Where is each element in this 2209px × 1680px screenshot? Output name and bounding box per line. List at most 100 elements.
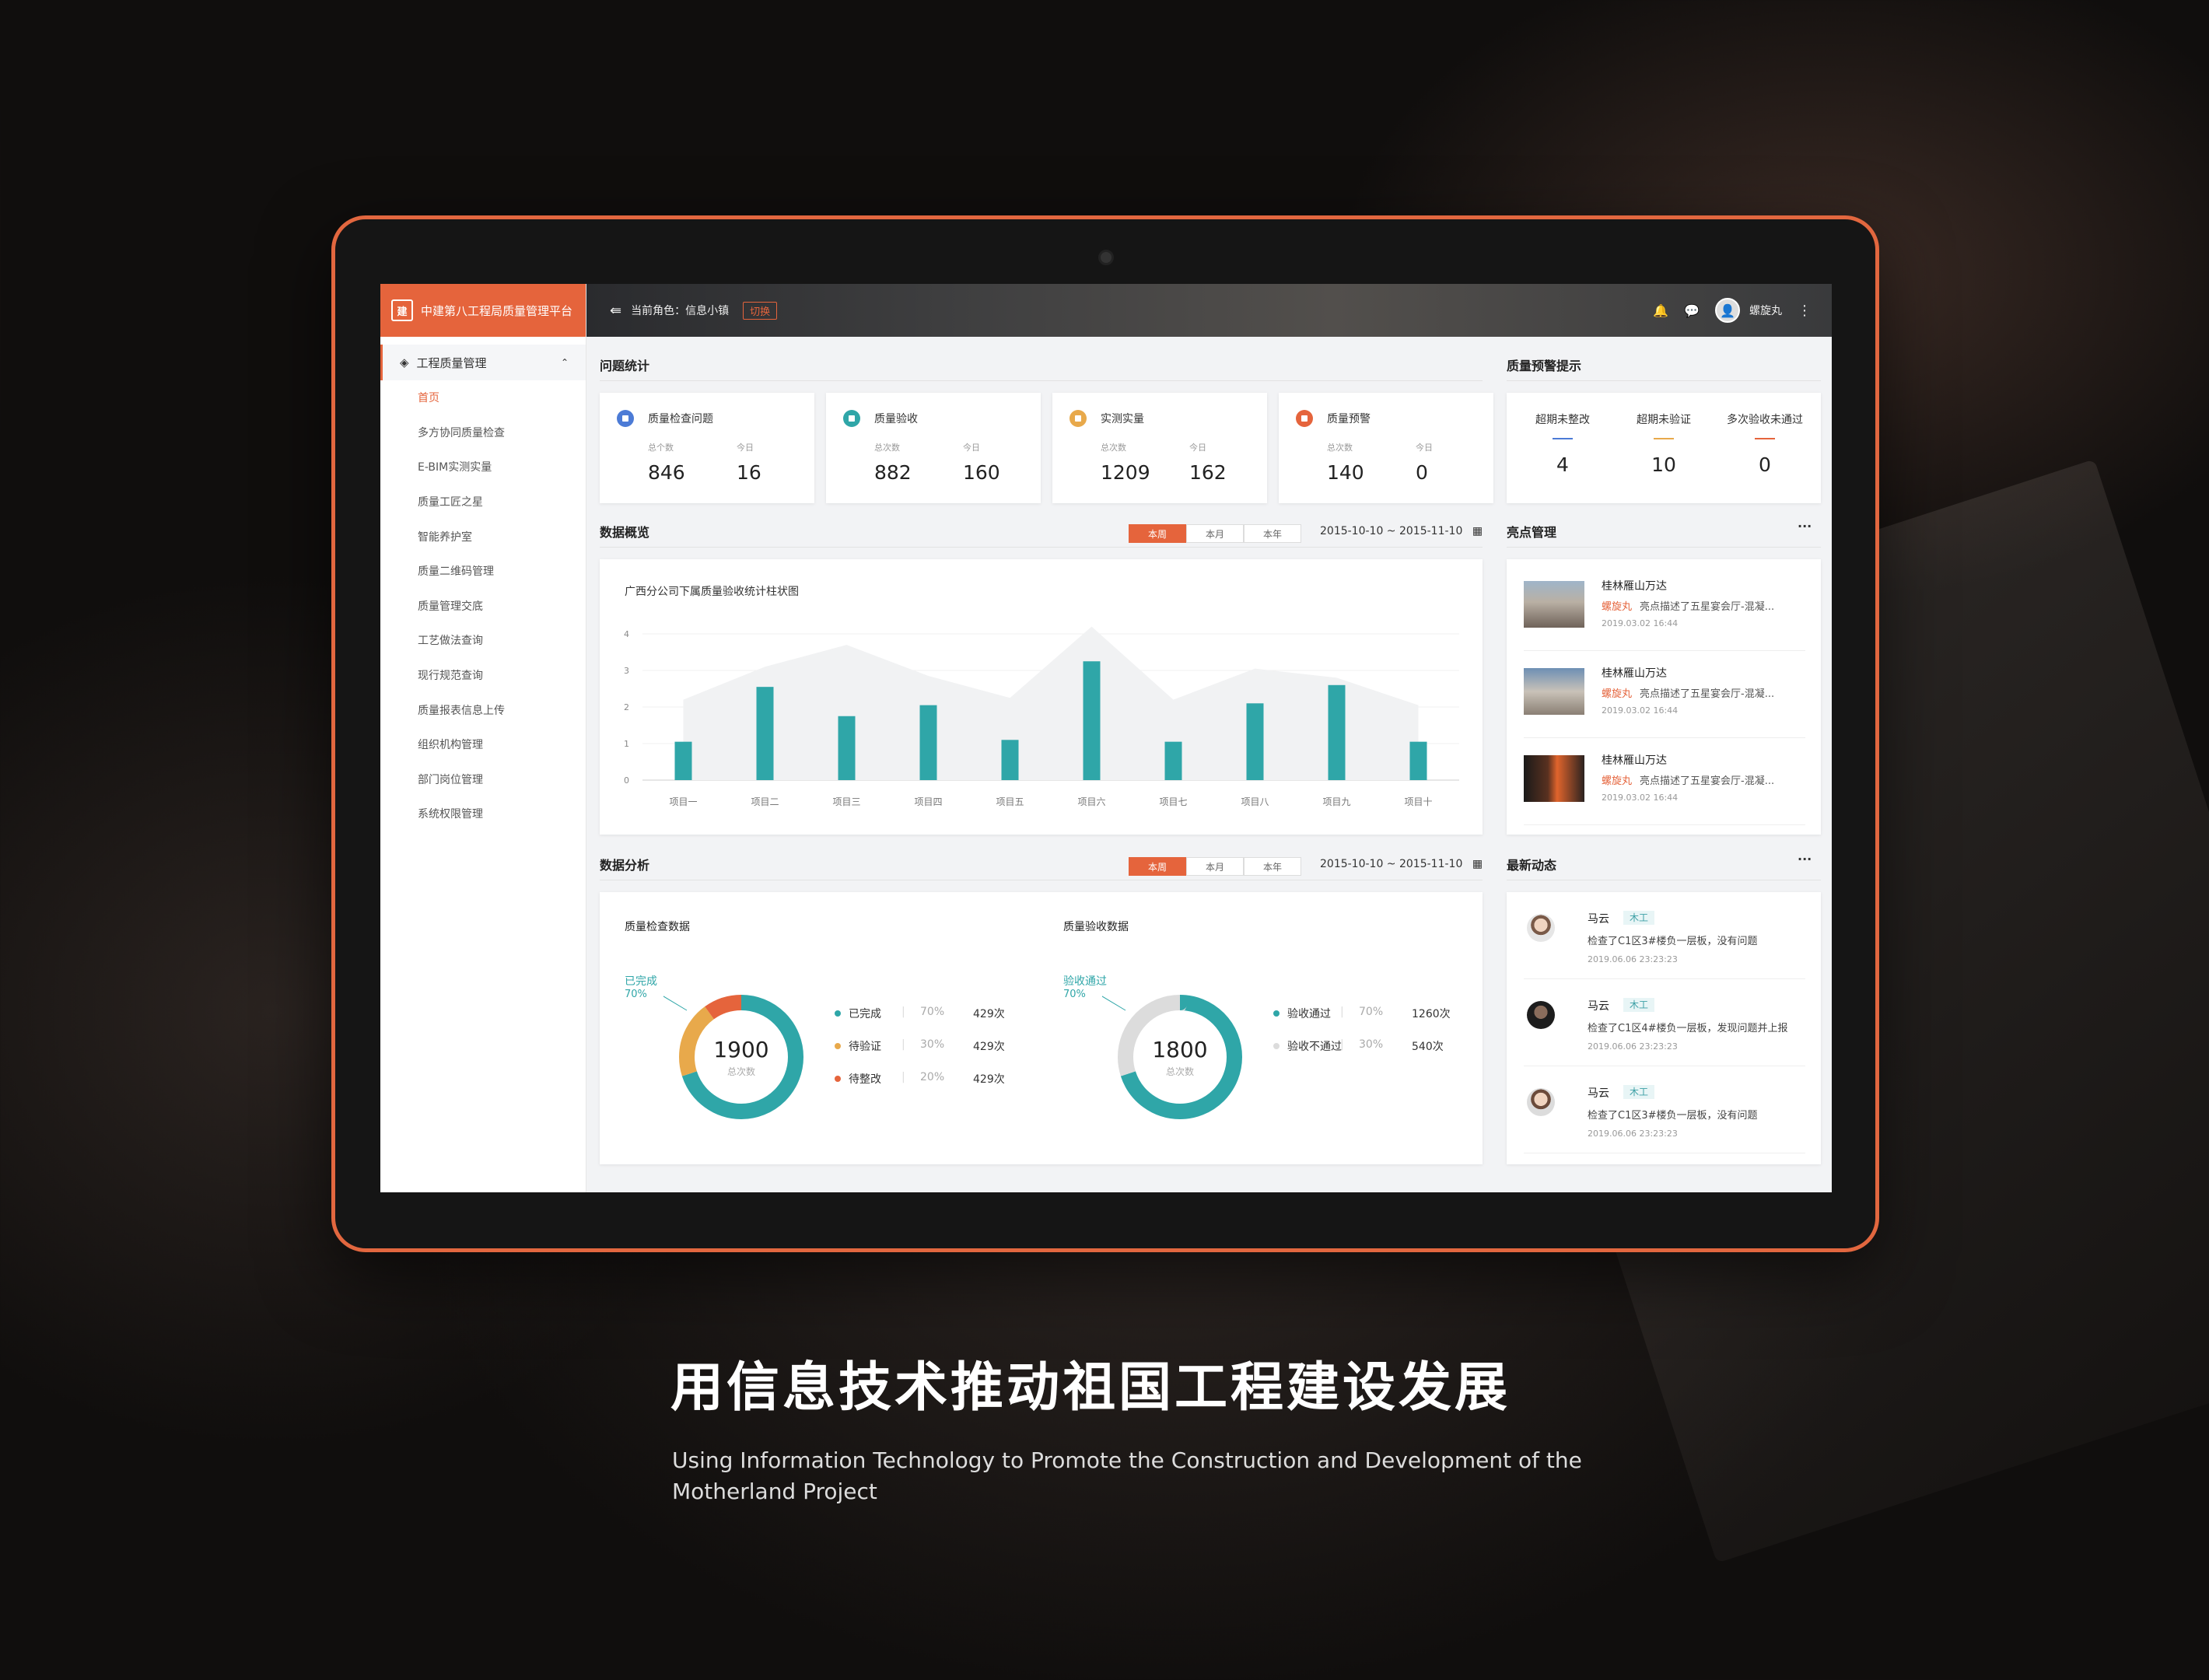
activity-item[interactable]: 马云 木工 检查了C1区4#楼负一层板，发现问题并上报 2019.06.06 23:2… (1524, 979, 1805, 1066)
legend-row[interactable]: 待验证 | 30% 429次 (835, 1038, 1021, 1071)
bar-6[interactable] (1164, 741, 1182, 780)
sidebar-item-9[interactable]: 质量报表信息上传 (380, 692, 586, 727)
highlight-item[interactable]: 桂林雁山万达 螺旋丸 亮点描述了五星宴会厅-混凝... 2019.03.02 16:4… (1524, 573, 1805, 651)
legend-separator: | (901, 1071, 905, 1083)
stat-card-2[interactable]: 实测实量 总次数 今日 1209 162 (1052, 393, 1267, 503)
chevron-up-icon: ⌃ (560, 357, 569, 368)
bell-icon[interactable]: 🔔 (1653, 303, 1668, 318)
highlight-author: 螺旋丸 (1602, 688, 1633, 700)
activity-user: 马云 (1588, 1087, 1609, 1100)
legend-name: 已完成 (849, 1008, 881, 1020)
donut2-total: 1800 (1152, 1037, 1208, 1062)
layers-icon: ◈ (400, 355, 409, 369)
legend-separator: | (1340, 1038, 1344, 1051)
sidebar-item-2[interactable]: E-BIM实测实量 (380, 450, 586, 485)
legend-pct: 30% (1359, 1038, 1384, 1051)
warning-line (1654, 438, 1674, 439)
warning-line (1553, 438, 1573, 439)
donut2-legend: 验收通过 | 70% 1260次 验收不通过 | 30% 540次 (1273, 1006, 1460, 1071)
sidebar-item-11[interactable]: 部门岗位管理 (380, 762, 586, 797)
x-tick-label: 项目八 (1241, 796, 1269, 807)
stat-card-3[interactable]: 质量预警 总次数 今日 140 0 (1279, 393, 1493, 503)
sidebar-item-4[interactable]: 智能养护室 (380, 519, 586, 554)
chart-title: 广西分公司下属质量验收统计柱状图 (625, 586, 799, 598)
highlight-item[interactable]: 桂林雁山万达 螺旋丸 亮点描述了五星宴会厅-混凝... 2019.03.02 16:4… (1524, 747, 1805, 825)
stat-label-total: 总个数 (648, 443, 674, 453)
legend-dot (835, 1043, 841, 1049)
overview-tabs: 本周 本月 本年 (1129, 524, 1301, 543)
activity-time: 2019.06.06 23:23:23 (1588, 954, 1678, 964)
stat-icon (617, 410, 634, 427)
sidebar-item-7[interactable]: 工艺做法查询 (380, 623, 586, 658)
warning-value: 10 (1651, 453, 1676, 476)
stat-icon (843, 410, 860, 427)
calendar-icon: ▦ (1472, 858, 1483, 870)
legend-row[interactable]: 待整改 | 20% 429次 (835, 1071, 1021, 1104)
stat-card-0[interactable]: 质量检查问题 总个数 今日 846 16 (600, 393, 814, 503)
bar-4[interactable] (1001, 740, 1019, 780)
sidebar-item-6[interactable]: 质量管理交底 (380, 589, 586, 624)
warning-item-2[interactable]: 多次验收未通过 0 (1710, 393, 1819, 476)
analysis-tabs: 本周 本月 本年 (1129, 857, 1301, 876)
tab-1[interactable]: 本月 (1186, 857, 1244, 876)
stat-card-header: 质量验收 (843, 410, 1041, 427)
bar-3[interactable] (919, 705, 937, 780)
highlight-item[interactable]: 桂林雁山万达 螺旋丸 亮点描述了五星宴会厅-混凝... 2019.03.02 16:4… (1524, 660, 1805, 738)
analysis-daterange-text: 2015-10-10 ~ 2015-11-10 (1320, 858, 1463, 870)
legend-row[interactable]: 验收不通过 | 30% 540次 (1273, 1038, 1460, 1071)
sidebar-menu: 首页 多方协同质量检查 E-BIM实测实量 质量工匠之星 智能养护室 质量二维码管理 质量管… (380, 380, 586, 831)
tab-0[interactable]: 本周 (1129, 857, 1186, 876)
bar-0[interactable] (674, 741, 692, 780)
calendar-icon: ▦ (1472, 525, 1483, 537)
menu-group-quality[interactable]: ◈ 工程质量管理 ⌃ (380, 345, 586, 380)
tab-1[interactable]: 本月 (1186, 524, 1244, 543)
sidebar-item-10[interactable]: 组织机构管理 (380, 727, 586, 762)
switch-role-button[interactable]: 切换 (743, 301, 778, 320)
tab-2[interactable]: 本年 (1244, 857, 1301, 876)
sidebar-item-1[interactable]: 多方协同质量检查 (380, 415, 586, 450)
bar-8[interactable] (1328, 684, 1346, 780)
stat-icon-glyph (1301, 415, 1308, 422)
sidebar-item-8[interactable]: 现行规范查询 (380, 658, 586, 693)
brand-bar[interactable]: 建 中建第八工程局质量管理平台 (380, 284, 586, 337)
bar-2[interactable] (838, 716, 856, 780)
warning-item-0[interactable]: 超期未整改 4 (1516, 393, 1609, 476)
legend-row[interactable]: 已完成 | 70% 429次 (835, 1006, 1021, 1038)
chat-icon[interactable]: 💬 (1684, 303, 1700, 318)
analysis-daterange[interactable]: 2015-10-10 ~ 2015-11-10 ▦ (1320, 858, 1483, 870)
legend-pct: 30% (920, 1038, 945, 1051)
avatar (1527, 914, 1555, 942)
activity-item[interactable]: 马云 木工 检查了C1区3#楼负一层板，没有问题 2019.06.06 23:23:2… (1524, 892, 1805, 979)
legend-row[interactable]: 验收通过 | 70% 1260次 (1273, 1006, 1460, 1038)
stat-value-total: 140 (1327, 461, 1364, 484)
tab-2[interactable]: 本年 (1244, 524, 1301, 543)
sidebar-item-5[interactable]: 质量二维码管理 (380, 554, 586, 589)
sidebar-item-3[interactable]: 质量工匠之星 (380, 485, 586, 520)
bar-5[interactable] (1083, 661, 1101, 780)
stat-card-1[interactable]: 质量验收 总次数 今日 882 160 (826, 393, 1041, 503)
highlight-title: 桂林雁山万达 (1602, 580, 1667, 593)
activity-item[interactable]: 马云 木工 检查了C1区3#楼负一层板，没有问题 2019.06.06 23:23:2… (1524, 1066, 1805, 1153)
more-vertical-icon[interactable]: ⋮ (1798, 303, 1812, 319)
donut1-callout: 已完成 (625, 975, 657, 988)
sidebar-item-12[interactable]: 系统权限管理 (380, 796, 586, 831)
activity-user: 马云 (1588, 913, 1609, 926)
x-tick-label: 项目五 (996, 796, 1024, 807)
donut2-callout-pct: 70% (1063, 989, 1086, 1000)
collapse-menu-icon[interactable]: ⇚ (610, 303, 621, 319)
sidebar-item-0[interactable]: 首页 (380, 380, 586, 415)
user-name[interactable]: 螺旋丸 (1749, 303, 1782, 318)
highlight-title: 桂林雁山万达 (1602, 667, 1667, 680)
bar-7[interactable] (1246, 703, 1264, 780)
overview-daterange[interactable]: 2015-10-10 ~ 2015-11-10 ▦ (1320, 525, 1483, 537)
stat-value-today: 162 (1189, 461, 1227, 484)
stat-title: 质量验收 (874, 413, 918, 425)
warning-item-1[interactable]: 超期未验证 10 (1617, 393, 1710, 476)
activity-more-icon[interactable]: ··· (1798, 852, 1812, 866)
bar-1[interactable] (756, 687, 774, 780)
highlights-more-icon[interactable]: ··· (1798, 519, 1812, 534)
avatar[interactable]: 👤 (1715, 298, 1740, 323)
tab-0[interactable]: 本周 (1129, 524, 1186, 543)
warning-card: 超期未整改 4 超期未验证 10 多次验收未通过 0 (1507, 393, 1821, 503)
bar-9[interactable] (1409, 741, 1427, 780)
